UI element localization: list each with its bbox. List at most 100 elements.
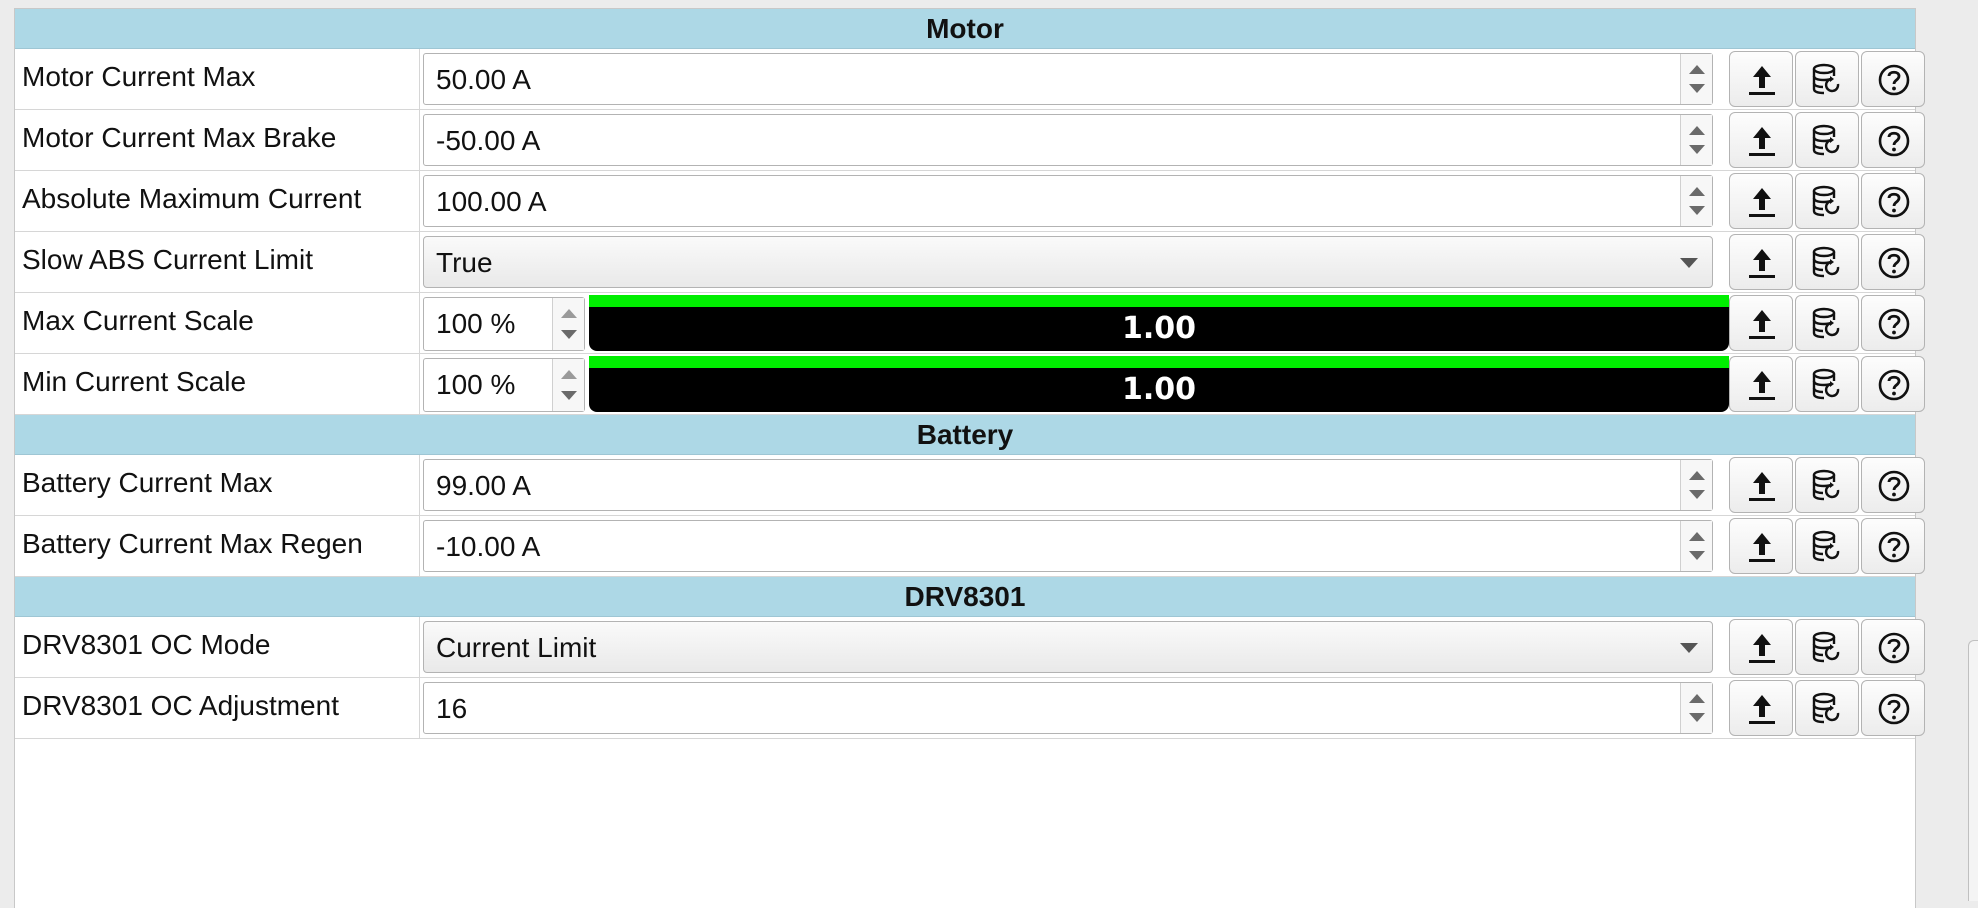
help-question-icon <box>1878 470 1910 502</box>
database-restore-icon <box>1812 124 1840 156</box>
spin-buttons[interactable] <box>1680 683 1712 733</box>
restore-default-button[interactable] <box>1795 518 1859 574</box>
value-spinbox[interactable]: 100.00 A <box>423 175 1713 227</box>
spin-up-icon[interactable] <box>1689 126 1705 135</box>
write-parameter-button[interactable] <box>1729 457 1793 513</box>
spin-up-icon[interactable] <box>1689 187 1705 196</box>
scrollbar[interactable] <box>1968 640 1978 901</box>
value-spinbox[interactable]: 16 <box>423 682 1713 734</box>
param-label: Battery Current Max Regen <box>15 516 420 576</box>
spin-down-icon[interactable] <box>1689 551 1705 560</box>
help-button[interactable] <box>1861 173 1925 229</box>
write-parameter-button[interactable] <box>1729 680 1793 736</box>
help-button[interactable] <box>1861 356 1925 412</box>
spin-up-icon[interactable] <box>561 370 577 379</box>
spin-up-icon[interactable] <box>1689 694 1705 703</box>
spin-down-icon[interactable] <box>561 391 577 400</box>
database-restore-icon <box>1812 692 1840 724</box>
restore-default-button[interactable] <box>1795 51 1859 107</box>
help-question-icon <box>1878 125 1910 157</box>
upload-arrow-icon <box>1749 371 1775 400</box>
value-dropdown[interactable]: True <box>423 236 1713 288</box>
spin-buttons[interactable] <box>1680 460 1712 510</box>
spin-down-icon[interactable] <box>1689 206 1705 215</box>
write-parameter-button[interactable] <box>1729 112 1793 168</box>
write-parameter-button[interactable] <box>1729 619 1793 675</box>
restore-default-button[interactable] <box>1795 680 1859 736</box>
percent-spinbox[interactable]: 100 % <box>423 297 585 351</box>
write-parameter-button[interactable] <box>1729 51 1793 107</box>
param-label: Min Current Scale <box>15 354 420 414</box>
value-text: 100 % <box>436 308 516 339</box>
spin-down-icon[interactable] <box>1689 84 1705 93</box>
help-question-icon <box>1878 186 1910 218</box>
param-row-battery-current-max: Battery Current Max 99.00 A <box>15 455 1925 516</box>
restore-default-button[interactable] <box>1795 173 1859 229</box>
spin-buttons[interactable] <box>1680 176 1712 226</box>
spin-up-icon[interactable] <box>1689 65 1705 74</box>
write-parameter-button[interactable] <box>1729 234 1793 290</box>
upload-arrow-icon <box>1749 127 1775 156</box>
spin-up-icon[interactable] <box>561 309 577 318</box>
help-question-icon <box>1878 308 1910 340</box>
upload-arrow-icon <box>1749 472 1775 501</box>
restore-default-button[interactable] <box>1795 234 1859 290</box>
spin-down-icon[interactable] <box>1689 713 1705 722</box>
value-spinbox[interactable]: 50.00 A <box>423 53 1713 105</box>
restore-default-button[interactable] <box>1795 112 1859 168</box>
spin-buttons[interactable] <box>1680 115 1712 165</box>
spin-down-icon[interactable] <box>1689 490 1705 499</box>
upload-arrow-icon <box>1749 249 1775 278</box>
chevron-down-icon <box>1680 643 1698 653</box>
help-question-icon <box>1878 247 1910 279</box>
help-button[interactable] <box>1861 619 1925 675</box>
param-row-absolute-maximum-current: Absolute Maximum Current 100.00 A <box>15 171 1925 232</box>
spin-up-icon[interactable] <box>1689 532 1705 541</box>
value-text: 16 <box>436 693 468 724</box>
help-button[interactable] <box>1861 51 1925 107</box>
help-button[interactable] <box>1861 112 1925 168</box>
value-dropdown[interactable]: Current Limit <box>423 621 1713 673</box>
scale-level-bar: 1.00 <box>589 356 1729 412</box>
write-parameter-button[interactable] <box>1729 518 1793 574</box>
database-restore-icon <box>1812 185 1840 217</box>
spin-up-icon[interactable] <box>1689 471 1705 480</box>
spin-buttons[interactable] <box>552 298 584 350</box>
upload-arrow-icon <box>1749 533 1775 562</box>
restore-default-button[interactable] <box>1795 619 1859 675</box>
value-spinbox[interactable]: 99.00 A <box>423 459 1713 511</box>
help-button[interactable] <box>1861 518 1925 574</box>
help-button[interactable] <box>1861 234 1925 290</box>
value-text: 50.00 A <box>436 64 531 95</box>
param-label: Slow ABS Current Limit <box>15 232 420 292</box>
database-restore-icon <box>1812 469 1840 501</box>
param-row-motor-current-max: Motor Current Max 50.00 A <box>15 49 1925 110</box>
help-button[interactable] <box>1861 457 1925 513</box>
section-header-drv8301: DRV8301 <box>15 577 1915 617</box>
value-spinbox[interactable]: -50.00 A <box>423 114 1713 166</box>
scale-level-fill <box>589 295 1729 307</box>
restore-default-button[interactable] <box>1795 457 1859 513</box>
help-button[interactable] <box>1861 680 1925 736</box>
scale-readout: 1.00 <box>1121 372 1197 407</box>
spin-down-icon[interactable] <box>1689 145 1705 154</box>
percent-spinbox[interactable]: 100 % <box>423 358 585 412</box>
param-label: DRV8301 OC Adjustment <box>15 678 420 738</box>
param-label: Motor Current Max Brake <box>15 110 420 170</box>
database-restore-icon <box>1812 307 1840 339</box>
restore-default-button[interactable] <box>1795 356 1859 412</box>
spin-buttons[interactable] <box>552 359 584 411</box>
upload-arrow-icon <box>1749 188 1775 217</box>
help-button[interactable] <box>1861 295 1925 351</box>
value-spinbox[interactable]: -10.00 A <box>423 520 1713 572</box>
restore-default-button[interactable] <box>1795 295 1859 351</box>
spin-buttons[interactable] <box>1680 54 1712 104</box>
write-parameter-button[interactable] <box>1729 356 1793 412</box>
section-header-motor: Motor <box>15 9 1915 49</box>
write-parameter-button[interactable] <box>1729 295 1793 351</box>
spin-down-icon[interactable] <box>561 330 577 339</box>
upload-arrow-icon <box>1749 634 1775 663</box>
write-parameter-button[interactable] <box>1729 173 1793 229</box>
upload-arrow-icon <box>1749 310 1775 339</box>
spin-buttons[interactable] <box>1680 521 1712 571</box>
